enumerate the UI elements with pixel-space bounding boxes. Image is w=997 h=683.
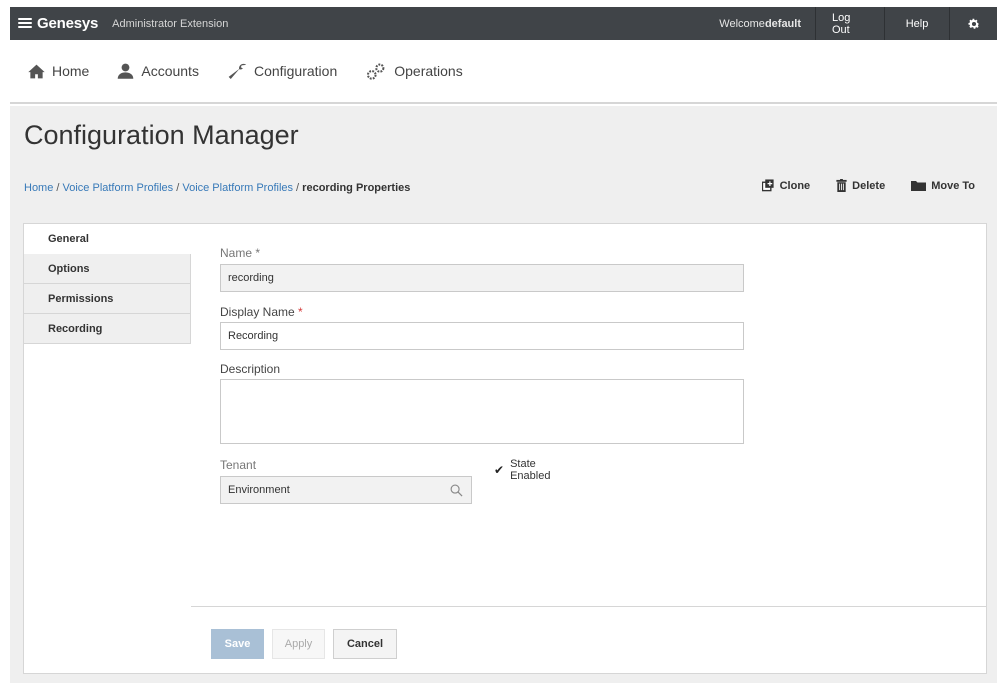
folder-icon: [911, 181, 927, 191]
search-icon[interactable]: [450, 484, 463, 497]
tab-permissions[interactable]: Permissions: [24, 284, 191, 314]
breadcrumb-link-home[interactable]: Home: [24, 182, 53, 194]
nav-item-configuration[interactable]: Configuration: [227, 63, 337, 80]
display-name-label-text: Display Name: [220, 305, 295, 319]
logout-button[interactable]: Log Out: [815, 7, 884, 40]
page-title: Configuration Manager: [24, 120, 299, 150]
delete-label: Delete: [852, 179, 886, 192]
clone-button[interactable]: Clone: [761, 179, 811, 192]
welcome-text: Welcome default: [703, 7, 815, 40]
display-name-label: Display Name *: [220, 305, 303, 319]
tenant-field[interactable]: Environment: [220, 476, 472, 504]
form-footer: Save Apply Cancel: [191, 606, 987, 674]
nav-item-operations[interactable]: Operations: [365, 63, 463, 80]
tab-general[interactable]: General: [24, 224, 191, 254]
properties-tabs: General Options Permissions Recording: [24, 224, 191, 344]
nav-item-accounts[interactable]: Accounts: [117, 63, 199, 79]
brand-name: Genesys: [37, 15, 99, 32]
content-area: Configuration Manager Home / Voice Platf…: [10, 106, 997, 683]
welcome-user: default: [764, 17, 801, 30]
user-icon: [118, 63, 134, 79]
top-bar: Genesys Administrator Extension Welcome …: [10, 7, 997, 40]
delete-button[interactable]: Delete: [836, 179, 885, 192]
nav-item-label: Configuration: [253, 63, 338, 79]
description-field[interactable]: [220, 379, 744, 444]
save-button[interactable]: Save: [211, 629, 264, 659]
help-button[interactable]: Help: [884, 7, 949, 40]
tenant-label: Tenant: [220, 458, 257, 472]
breadcrumb-separator: /: [53, 182, 63, 194]
genesys-logo-icon: [18, 17, 32, 30]
properties-panel: General Options Permissions Recording Na…: [23, 223, 987, 674]
breadcrumb-link-voice-platform-profiles-folder[interactable]: Voice Platform Profiles: [182, 182, 293, 194]
nav-item-label: Home: [52, 63, 90, 79]
main-nav: Home Accounts Configuration Operations: [10, 40, 997, 104]
app-name: Administrator Extension: [112, 17, 229, 30]
description-label: Description: [220, 362, 281, 376]
settings-button[interactable]: [949, 7, 997, 40]
breadcrumb-current: recording Properties: [302, 182, 411, 194]
checkmark-icon: ✔: [494, 463, 505, 477]
nav-item-label: Accounts: [141, 63, 199, 79]
object-actions: Clone Delete Move To: [736, 179, 975, 192]
state-enabled-checkbox[interactable]: ✔ State Enabled: [494, 458, 553, 482]
genesys-logo: Genesys: [10, 7, 98, 40]
name-label: Name *: [220, 246, 260, 260]
clone-label: Clone: [779, 179, 811, 192]
home-icon: [28, 64, 45, 78]
trash-icon: [836, 179, 847, 192]
breadcrumb-link-voice-platform-profiles[interactable]: Voice Platform Profiles: [63, 182, 174, 194]
name-label-text: Name: [220, 246, 253, 260]
move-to-label: Move To: [931, 179, 975, 192]
breadcrumb: Home / Voice Platform Profiles / Voice P…: [24, 182, 410, 194]
nav-item-label: Operations: [394, 63, 463, 79]
gears-icon: [367, 63, 385, 80]
display-name-field[interactable]: Recording: [220, 322, 744, 350]
display-name-required-marker: *: [298, 305, 303, 319]
nav-item-home[interactable]: Home: [28, 63, 89, 79]
wrench-icon: [228, 63, 247, 79]
name-required-marker: *: [255, 246, 261, 260]
breadcrumb-separator: /: [293, 182, 303, 194]
welcome-prefix: Welcome: [719, 17, 765, 30]
apply-button[interactable]: Apply: [272, 629, 325, 659]
tenant-value: Environment: [228, 484, 290, 496]
gear-icon: [967, 18, 979, 29]
breadcrumb-separator: /: [173, 182, 183, 194]
tab-recording[interactable]: Recording: [24, 314, 191, 344]
move-to-button[interactable]: Move To: [911, 179, 975, 192]
tab-options[interactable]: Options: [24, 254, 191, 284]
state-enabled-label: State Enabled: [510, 458, 551, 482]
clone-icon: [761, 179, 774, 192]
name-field[interactable]: recording: [220, 264, 744, 292]
cancel-button[interactable]: Cancel: [333, 629, 397, 659]
